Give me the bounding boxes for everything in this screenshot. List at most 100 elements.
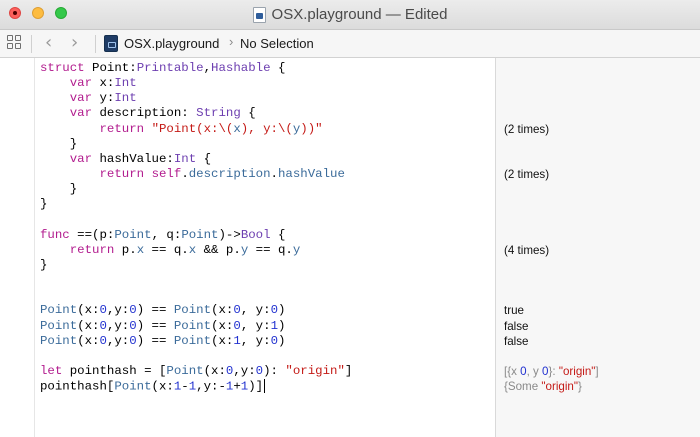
code-token: Point: [181, 227, 219, 242]
code-line[interactable]: Point(x:0,y:0) == Point(x:0, y:1): [40, 319, 285, 334]
code-line[interactable]: var hashValue:Int {: [40, 152, 211, 167]
code-token: y: [292, 242, 301, 257]
result-value[interactable]: true: [504, 303, 524, 318]
code-token: (x:: [151, 379, 174, 394]
code-token: Point: [173, 303, 212, 318]
line-gutter: [0, 58, 34, 437]
code-token: ) ==: [136, 333, 174, 348]
code-line[interactable]: }: [40, 258, 47, 273]
code-token: Point: [173, 333, 212, 348]
code-token: let: [40, 364, 63, 378]
code-token: var: [69, 151, 93, 166]
chevron-left-icon[interactable]: ‹: [45, 33, 52, 53]
code-token: .: [181, 167, 189, 182]
code-token: ): [278, 333, 286, 348]
window-title-group: OSX.playground — Edited: [0, 0, 700, 29]
grid-icon[interactable]: [7, 35, 23, 51]
code-token: ,y:: [106, 303, 130, 318]
result-token: false: [504, 334, 529, 348]
code-line[interactable]: return "Point(x:\(x), y:\(y))": [40, 122, 323, 137]
code-token: pointhash = [: [62, 364, 167, 378]
code-token: struct: [40, 61, 85, 75]
code-token: 0: [129, 333, 137, 348]
code-token: description: [188, 167, 271, 182]
code-token: description:: [92, 106, 197, 121]
code-line[interactable]: }: [40, 182, 77, 197]
code-token: (x:: [77, 303, 100, 318]
code-token: ))": [300, 121, 323, 136]
code-token: x: [136, 242, 145, 257]
code-token: {: [196, 151, 212, 166]
result-token: , y: [526, 365, 543, 378]
result-token: false: [504, 319, 529, 333]
breadcrumb-selection[interactable]: No Selection: [240, 36, 314, 51]
code-token: == q.: [144, 242, 189, 257]
results-sidebar: (2 times) (2 times) (4 times) true false fals…: [495, 58, 700, 437]
code-token: Point: [40, 333, 78, 348]
result-token: "origin": [558, 365, 596, 378]
code-token: ,y:-: [196, 379, 226, 394]
result-value[interactable]: [{x 0, y 0}: "origin"]: [504, 364, 599, 379]
code-token: 1: [270, 318, 278, 333]
code-token: return: [99, 121, 145, 136]
code-token: pointhash: [40, 379, 107, 394]
result-value[interactable]: (2 times): [504, 167, 549, 182]
code-token: , y:: [240, 303, 271, 318]
code-token: Hashable: [211, 61, 271, 75]
code-token: Point: [40, 303, 78, 318]
code-line[interactable]: var y:Int: [40, 91, 137, 106]
result-token: [{x: [504, 365, 521, 378]
code-token: }: [40, 182, 78, 197]
code-token: Printable: [136, 61, 204, 75]
code-line[interactable]: func ==(p:Point, q:Point)->Bool {: [40, 228, 285, 243]
result-value[interactable]: (2 times): [504, 122, 549, 137]
code-token: , y:: [240, 333, 271, 348]
code-line[interactable]: pointhash[Point(x:1-1,y:-1+1)]: [40, 379, 266, 394]
result-token: true: [504, 304, 524, 318]
code-token: 1: [233, 333, 241, 348]
breadcrumb-file[interactable]: OSX.playground: [124, 36, 219, 51]
code-token: }: [40, 257, 48, 272]
code-token: String: [196, 106, 241, 121]
code-token: var: [69, 106, 93, 121]
editor: struct Point:Printable,Hashable { var x:…: [0, 58, 700, 437]
divider: [31, 35, 32, 53]
document-proxy-icon[interactable]: [252, 6, 266, 23]
code-line[interactable]: let pointhash = [Point(x:0,y:0): "origin…: [40, 364, 352, 379]
code-token: ,y:: [106, 333, 130, 348]
code-token: Point: [40, 318, 78, 333]
chevron-right-icon[interactable]: ›: [71, 33, 78, 53]
code-token: Point:: [84, 61, 137, 75]
code-line[interactable]: return p.x == q.x && p.y == q.y: [40, 242, 301, 258]
code-line[interactable]: }: [40, 137, 77, 152]
code-token: 0: [129, 303, 137, 318]
code-token: {: [240, 106, 256, 121]
code-token: hashValue: [277, 167, 345, 182]
result-value[interactable]: (4 times): [504, 243, 549, 258]
code-line[interactable]: Point(x:0,y:0) == Point(x:1, y:0): [40, 334, 285, 349]
code-token: hashValue:: [92, 151, 174, 166]
code-token: p.: [114, 242, 137, 257]
result-value[interactable]: false: [504, 334, 529, 349]
result-token: (2 times): [504, 122, 550, 136]
code-line[interactable]: return self.description.hashValue: [40, 167, 345, 182]
code-token: ,: [203, 61, 212, 75]
code-line[interactable]: var x:Int: [40, 76, 137, 91]
divider: [95, 35, 96, 53]
code-line[interactable]: }: [40, 197, 47, 212]
code-line[interactable]: var description: String {: [40, 106, 256, 121]
code-line[interactable]: struct Point:Printable,Hashable {: [40, 61, 285, 76]
code-token: ,y:: [233, 364, 256, 378]
code-token: (x:: [77, 318, 100, 333]
code-token: {: [270, 61, 286, 75]
source-editor[interactable]: struct Point:Printable,Hashable { var x:…: [34, 58, 497, 437]
code-token: return: [99, 167, 145, 182]
code-line[interactable]: Point(x:0,y:0) == Point(x:0, y:0): [40, 303, 285, 318]
result-value[interactable]: false: [504, 319, 529, 334]
code-token: , y:: [240, 318, 271, 333]
result-value[interactable]: {Some "origin"}: [504, 379, 582, 394]
